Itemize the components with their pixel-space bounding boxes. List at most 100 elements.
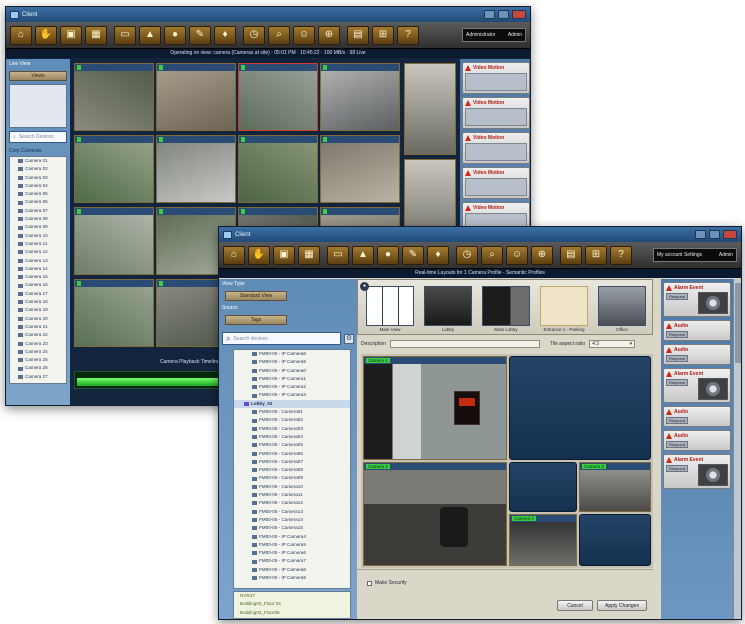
tree-item[interactable]: Camera 24 [10,348,66,356]
tree-item[interactable]: Camera 13 [10,257,66,265]
layout-thumbnail[interactable] [366,286,414,326]
tree-item[interactable]: FM00-05 - IP Camera9 [234,358,350,366]
respond-button[interactable]: Respond [666,417,688,424]
tree-item[interactable]: Camera 22 [10,331,66,339]
tree-item[interactable]: Building03_Floor05 [234,609,350,617]
camera-tile[interactable] [74,279,154,347]
tree-item[interactable]: FM00-05 - Camera13 [234,508,350,516]
view-type-button[interactable]: Standard View [225,291,287,301]
camera-tile[interactable] [156,63,236,131]
layout-thumbnail[interactable] [540,286,588,326]
key-icon[interactable]: ✎ [189,25,211,45]
tree-item[interactable]: FM00-05 - Camera12 [234,499,350,507]
alarm-card[interactable]: Video Motion [462,62,530,94]
tree-item[interactable]: Camera 12 [10,248,66,256]
clock-icon[interactable]: ◷ [243,25,265,45]
empty-tile[interactable] [579,514,651,566]
camera-tile[interactable] [320,63,400,131]
tree-item[interactable]: Camera 25 [10,356,66,364]
respond-button[interactable]: Respond [666,379,688,386]
alarm-card[interactable]: Audio Respond [663,430,731,451]
home-icon[interactable]: ⌂ [10,25,32,45]
tree-item[interactable]: Camera 03 [10,174,66,182]
network-icon[interactable]: ⊞ [372,25,394,45]
monitor-icon[interactable]: ▭ [114,25,136,45]
front-device-tree[interactable]: FM00-05 - IP Camera8 FM00-05 - IP Camera9… [233,349,351,589]
settings-icon[interactable]: ⚙ [344,333,354,344]
monitor-icon[interactable]: ▭ [327,245,349,265]
respond-button[interactable]: Respond [666,441,688,448]
tree-item[interactable]: FM00-05 - Camera08 [234,466,350,474]
tree-item[interactable]: FM00-05 - IP Camera9 [234,574,350,582]
hand-icon[interactable]: ✋ [248,245,270,265]
tree-item[interactable]: FM00-05 - IP Camera6 [234,549,350,557]
maximize-button[interactable] [709,230,720,239]
lock-icon[interactable]: ▣ [60,25,82,45]
layout-thumbnail[interactable] [424,286,472,326]
tree-item[interactable]: Camera 02 [10,165,66,173]
account-box[interactable]: My account Settings Admin [653,248,737,262]
alarm-card[interactable]: Audio Respond [663,406,731,427]
tree-item[interactable]: Camera 15 [10,273,66,281]
users-icon[interactable]: ☺ [293,25,315,45]
alarm-card[interactable]: Video Motion [462,167,530,199]
tree-item[interactable]: FM00-05 - Camera15 [234,524,350,532]
tree-item[interactable]: Camera 07 [10,207,66,215]
alarm-snapshot[interactable] [698,292,728,314]
search-doc-icon[interactable]: ⌕ [481,245,503,265]
minimize-button[interactable] [484,10,495,19]
alarm-card[interactable]: Video Motion [462,97,530,129]
alarm-card[interactable]: Audio Respond [663,320,731,341]
tree-item[interactable]: Camera 06 [10,198,66,206]
camera-tile[interactable] [74,207,154,275]
calendar-icon[interactable]: ▤ [560,245,582,265]
tree-item[interactable]: FM00-05 - Camera09 [234,474,350,482]
clock-icon[interactable]: ◷ [456,245,478,265]
layout-thumbnail[interactable] [482,286,530,326]
help-icon[interactable]: ? [397,25,419,45]
tree-item[interactable]: FM00-05 - Camera06 [234,450,350,458]
tree-item[interactable]: FM00-05 - IP Camera0 [234,367,350,375]
tree-item[interactable]: FM00-05 - IP Camera4 [234,533,350,541]
grid-icon[interactable]: ▦ [298,245,320,265]
tree-item[interactable]: Camera 05 [10,190,66,198]
tree-item[interactable]: FM00-05 - Camera05 [234,441,350,449]
tree-item[interactable]: FM00-05 - Camera04 [234,433,350,441]
key-icon[interactable]: ✎ [402,245,424,265]
camera-tile[interactable] [156,135,236,203]
source-button[interactable]: Tags [225,315,287,325]
tree-item[interactable]: FM00-05 - IP Camera1 [234,375,350,383]
maximize-button[interactable] [498,10,509,19]
cancel-button[interactable]: Cancel [557,600,593,611]
tree-item[interactable]: Camera 10 [10,232,66,240]
respond-button[interactable]: Respond [666,355,688,362]
alarm-card[interactable]: Alarm Event Respond [663,368,731,403]
layout-thumbnail[interactable] [598,286,646,326]
views-list[interactable] [9,84,67,128]
front-search-input[interactable]: ⌕ Search devices [222,332,341,345]
tree-item[interactable]: FM00-05 - Camera02 [234,416,350,424]
calendar-icon[interactable]: ▤ [347,25,369,45]
tree-item[interactable]: FM00-05 - Camera07 [234,458,350,466]
tree-item[interactable]: Camera 28 [10,381,66,383]
tree-item[interactable]: FM00-05 - Camera01 [234,408,350,416]
alarm-icon[interactable]: ♦ [214,25,236,45]
alarm-card[interactable]: Video Motion [462,132,530,164]
empty-tile[interactable] [509,462,577,512]
tree-item[interactable]: Camera 21 [10,323,66,331]
camera-tile[interactable] [74,135,154,203]
camera-tile[interactable] [74,63,154,131]
video-tile[interactable]: Camera 4 [509,514,577,566]
camera-icon[interactable]: ● [377,245,399,265]
map-icon[interactable]: ▲ [139,25,161,45]
tree-item[interactable]: Camera 26 [10,364,66,372]
tree-item[interactable]: Camera 16 [10,281,66,289]
scrollbar-thumb[interactable] [735,283,741,363]
alarm-snapshot[interactable] [698,378,728,400]
tree-group[interactable]: Lobby_01 [234,399,350,409]
alarm-scrollbar[interactable] [733,279,741,619]
make-security-checkbox[interactable]: Make Security [367,580,407,586]
camera-tile[interactable] [238,63,318,131]
tree-item[interactable]: Camera 01 [10,157,66,165]
tree-item[interactable]: Camera 17 [10,290,66,298]
